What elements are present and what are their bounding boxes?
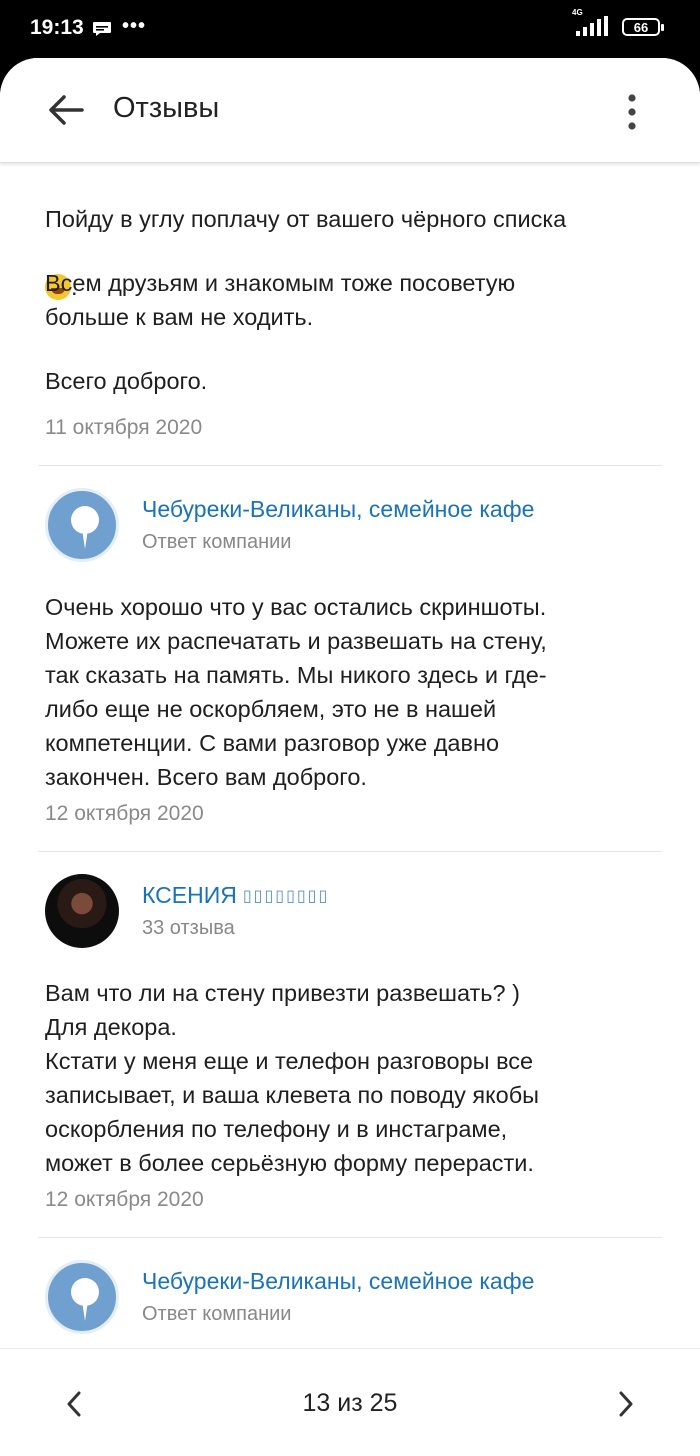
divider <box>38 1237 662 1238</box>
review-paragraph: Всего доброго. <box>45 368 208 394</box>
company-name-link[interactable]: Чебуреки-Великаны, семейное кафе <box>142 1268 534 1295</box>
chevron-right-icon[interactable] <box>612 1387 640 1421</box>
back-arrow-icon[interactable] <box>46 92 86 128</box>
reply-date: 12 октября 2020 <box>45 802 204 825</box>
reply-text: Очень хорошо что у вас остались скриншот… <box>45 594 547 790</box>
reviews-screen: Отзывы Пойду в углу поплачу от вашего чё… <box>0 58 700 1456</box>
app-header: Отзывы <box>0 58 700 163</box>
user-name: КСЕНИЯ <box>142 882 237 908</box>
review-date: 11 октября 2020 <box>45 416 203 439</box>
more-notifications-icon: ••• <box>122 15 147 37</box>
divider <box>38 851 662 852</box>
company-reply-label: Ответ компании <box>142 531 292 553</box>
review-date: 12 октября 2020 <box>45 1188 204 1211</box>
user-name-link[interactable]: КСЕНИЯ ▯▯▯▯▯▯▯▯ <box>142 882 329 909</box>
battery-icon: 66 <box>622 18 664 36</box>
signal-icon: 4G <box>572 8 610 38</box>
message-icon <box>93 22 111 36</box>
network-label: 4G <box>572 8 583 17</box>
more-vert-icon[interactable] <box>620 92 644 132</box>
pagination-label: 13 из 25 <box>302 1389 398 1417</box>
company-reply-label: Ответ компании <box>142 1303 292 1325</box>
review-count: 33 отзыва <box>142 917 235 939</box>
review-paragraph: Всем друзьям и знакомым тоже посоветую б… <box>45 270 516 330</box>
review-text: Вам что ли на стену привезти развешать? … <box>45 980 540 1176</box>
company-avatar[interactable] <box>45 1260 119 1334</box>
company-avatar[interactable] <box>45 488 119 562</box>
user-avatar[interactable] <box>45 874 119 948</box>
pin-icon <box>71 1278 99 1321</box>
review-text-line: Пойду в углу поплачу от вашего чёрного с… <box>45 206 567 232</box>
status-bar: 19:13 ••• 4G 66 <box>0 0 700 62</box>
status-time: 19:13 <box>30 16 84 39</box>
pin-icon <box>71 506 99 549</box>
page-title: Отзывы <box>113 92 220 124</box>
pagination-bar: 13 из 25 <box>0 1348 700 1456</box>
divider <box>38 465 662 466</box>
user-name-symbols: ▯▯▯▯▯▯▯▯ <box>242 888 330 905</box>
battery-level: 66 <box>633 19 649 35</box>
company-name-link[interactable]: Чебуреки-Великаны, семейное кафе <box>142 496 534 523</box>
